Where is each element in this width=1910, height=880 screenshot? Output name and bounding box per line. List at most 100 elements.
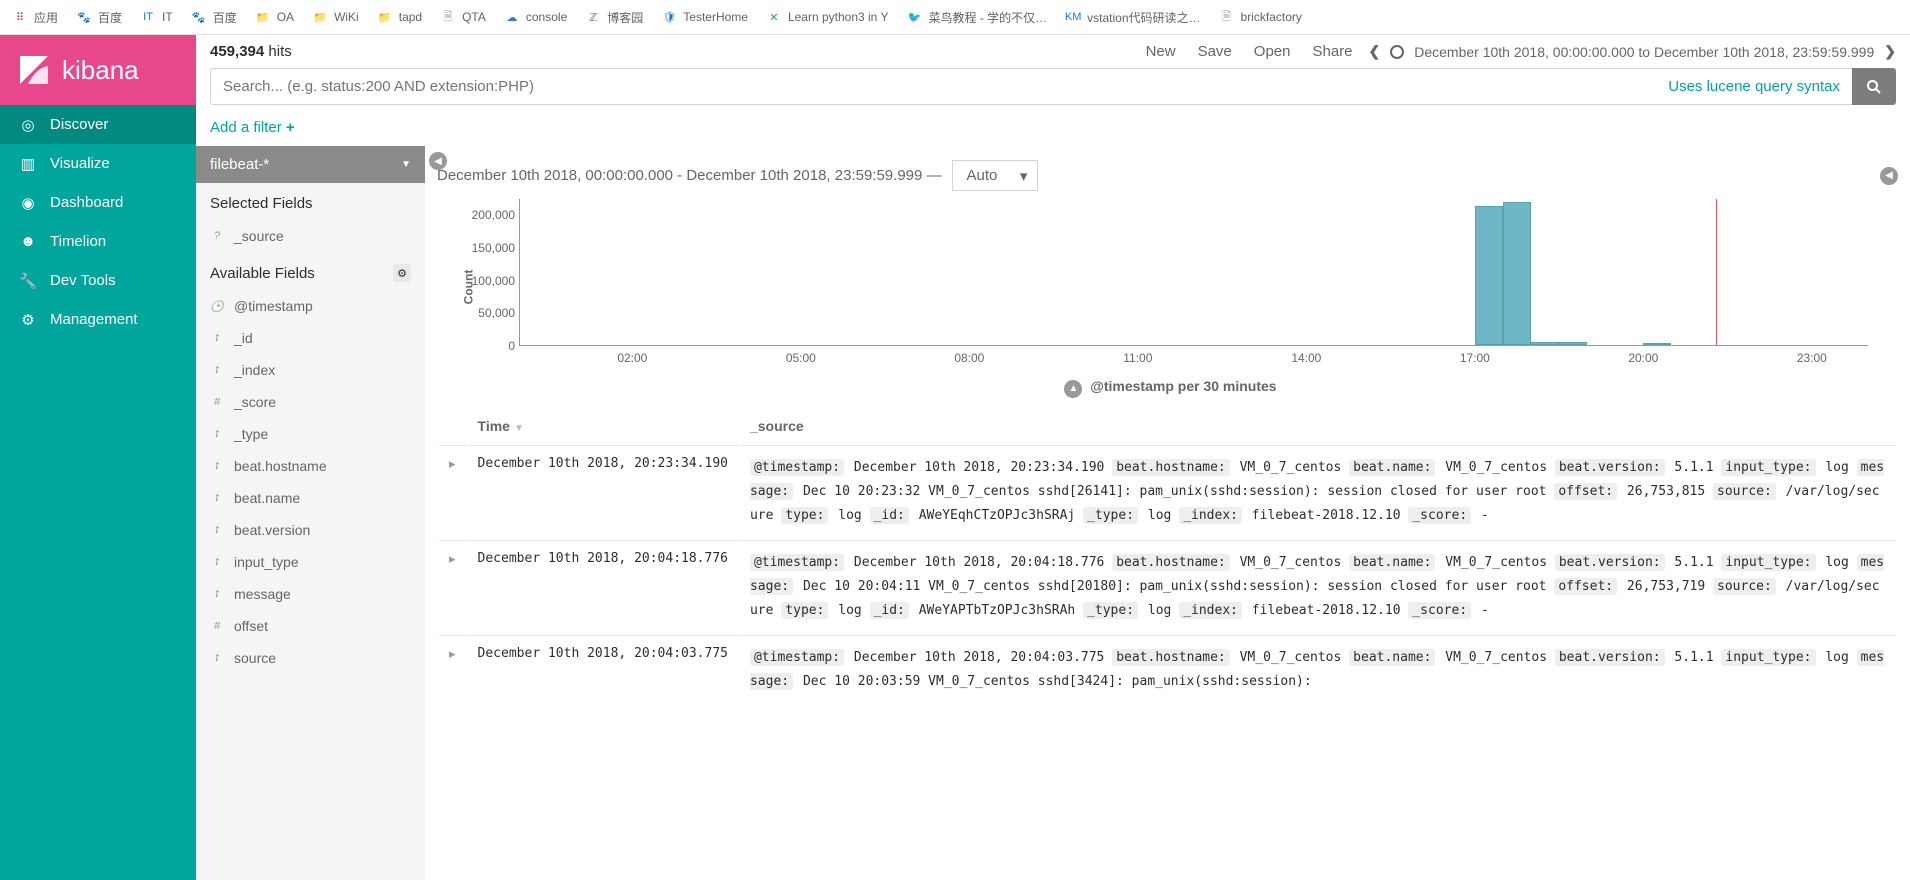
bookmark-item[interactable]: 🐾 百度 (191, 9, 237, 26)
y-tick: 200,000 (459, 208, 515, 222)
field-beat.name[interactable]: tbeat.name (196, 482, 425, 514)
field-type-icon: 🕑 (210, 300, 224, 313)
table-row: ▸December 10th 2018, 20:04:03.775@timest… (439, 635, 1896, 704)
histogram-bar[interactable] (1531, 342, 1559, 345)
field-_score[interactable]: #_score (196, 386, 425, 418)
expand-row-button[interactable]: ▸ (439, 540, 466, 633)
nav-label: Dev Tools (50, 272, 116, 289)
collapse-sidebar-button[interactable]: ◀ (429, 152, 447, 170)
doc-source: @timestamp: December 10th 2018, 20:04:18… (740, 540, 1896, 633)
field-key: beat.name: (1349, 554, 1435, 571)
save-button[interactable]: Save (1198, 43, 1232, 60)
field-key: @timestamp: (750, 649, 844, 666)
add-filter-button[interactable]: Add a filter + (210, 119, 295, 136)
interval-select[interactable]: Auto (952, 160, 1039, 191)
field-type-icon: t (210, 460, 224, 472)
histogram-bar[interactable] (1643, 343, 1671, 345)
x-tick: 14:00 (1291, 351, 1321, 365)
bookmark-item[interactable]: ✕Learn python3 in Y (766, 9, 889, 25)
bookmark-icon: 🛡 (661, 9, 677, 25)
nav-management[interactable]: ⚙Management (0, 300, 196, 339)
share-button[interactable]: Share (1312, 43, 1352, 60)
gear-icon: ⚙ (20, 312, 36, 328)
field-name: message (234, 586, 291, 602)
y-tick: 50,000 (459, 306, 515, 320)
bookmark-item[interactable]: 📁tapd (377, 9, 422, 25)
field-_index[interactable]: t_index (196, 354, 425, 386)
field-message[interactable]: tmessage (196, 578, 425, 610)
bookmark-item[interactable]: ℤ博客园 (585, 9, 643, 26)
field-_type[interactable]: t_type (196, 418, 425, 450)
field-key: beat.hostname: (1112, 554, 1230, 571)
search-input[interactable] (210, 68, 1656, 105)
open-button[interactable]: Open (1254, 43, 1291, 60)
field-input_type[interactable]: tinput_type (196, 546, 425, 578)
bookmark-item[interactable]: 🛡TesterHome (661, 9, 748, 25)
doc-source: @timestamp: December 10th 2018, 20:04:03… (740, 635, 1896, 704)
expand-row-button[interactable]: ▸ (439, 635, 466, 704)
bookmark-icon: 🐾 (191, 9, 207, 25)
field-key: input_type: (1721, 459, 1815, 476)
bookmark-item[interactable]: 🗎QTA (440, 9, 486, 25)
bookmark-label: Learn python3 in Y (788, 10, 889, 24)
field-name: _score (234, 394, 276, 410)
bookmark-item[interactable]: ⠿应用 (12, 9, 58, 26)
y-tick: 100,000 (459, 274, 515, 288)
bookmark-item[interactable]: 🐾百度 (76, 9, 122, 26)
fields-settings-button[interactable]: ⚙ (393, 264, 411, 282)
field-key: offset: (1554, 483, 1617, 500)
bookmark-label: 百度 (213, 9, 237, 26)
bookmark-item[interactable]: KMvstation代码研读之… (1065, 9, 1200, 26)
nav-dashboard[interactable]: ◉Dashboard (0, 183, 196, 222)
field-beat.version[interactable]: tbeat.version (196, 514, 425, 546)
time-picker[interactable]: ❮ December 10th 2018, 00:00:00.000 to De… (1369, 43, 1896, 60)
lucene-syntax-link[interactable]: Uses lucene query syntax (1656, 68, 1852, 105)
y-tick: 0 (459, 339, 515, 353)
time-next-icon[interactable]: ❯ (1884, 43, 1896, 60)
col-time[interactable]: Time▼ (468, 410, 738, 443)
bookmark-item[interactable]: 📁WiKi (312, 9, 359, 25)
col-source[interactable]: _source (740, 410, 1896, 443)
bookmark-item[interactable]: 🗎brickfactory (1219, 9, 1302, 25)
nav-timelion[interactable]: ☻Timelion (0, 222, 196, 261)
histogram-bar[interactable] (1559, 342, 1587, 345)
index-pattern-select[interactable]: filebeat-* ▼ (196, 146, 425, 183)
search-button[interactable] (1852, 68, 1896, 105)
bookmark-item[interactable]: ITIT (140, 9, 173, 25)
field-key: @timestamp: (750, 459, 844, 476)
bookmark-label: brickfactory (1241, 10, 1302, 24)
field-type-icon: t (210, 332, 224, 344)
time-prev-icon[interactable]: ❮ (1369, 43, 1381, 60)
field-_source[interactable]: ?_source (196, 220, 425, 252)
bookmark-label: 应用 (34, 9, 58, 26)
collapse-chart-button[interactable]: ▲ (1064, 380, 1082, 398)
x-tick: 20:00 (1628, 351, 1658, 365)
field-key: _id: (870, 507, 909, 524)
histogram-bar[interactable] (1503, 202, 1531, 345)
field-name: input_type (234, 554, 299, 570)
new-button[interactable]: New (1146, 43, 1176, 60)
nav-discover[interactable]: ◎Discover (0, 105, 196, 144)
bookmark-item[interactable]: 📁OA (255, 9, 294, 25)
field-@timestamp[interactable]: 🕑@timestamp (196, 290, 425, 322)
chart-caption: ▲ @timestamp per 30 minutes (437, 374, 1898, 408)
field-name: beat.version (234, 522, 310, 538)
field-source[interactable]: tsource (196, 642, 425, 674)
bookmark-item[interactable]: 🐦菜鸟教程 - 学的不仅… (906, 9, 1047, 26)
field-name: source (234, 650, 276, 666)
field-beat.hostname[interactable]: tbeat.hostname (196, 450, 425, 482)
nav-visualize[interactable]: ▥Visualize (0, 144, 196, 183)
bookmark-item[interactable]: ☁console (504, 9, 567, 25)
expand-row-button[interactable]: ▸ (439, 445, 466, 538)
histogram-bar[interactable] (1475, 206, 1503, 346)
histogram-prev-button[interactable]: ◀ (1880, 167, 1898, 185)
field-_id[interactable]: t_id (196, 322, 425, 354)
side-nav: kibana ◎Discover▥Visualize◉Dashboard☻Tim… (0, 35, 196, 880)
kibana-logo[interactable]: kibana (0, 35, 196, 105)
bookmark-icon: 📁 (312, 9, 328, 25)
search-icon (1866, 79, 1882, 95)
field-offset[interactable]: #offset (196, 610, 425, 642)
histogram-chart[interactable]: Count 050,000100,000150,000200,000 02:00… (457, 199, 1868, 374)
nav-dev-tools[interactable]: 🔧Dev Tools (0, 261, 196, 300)
field-key: _index: (1179, 602, 1242, 619)
